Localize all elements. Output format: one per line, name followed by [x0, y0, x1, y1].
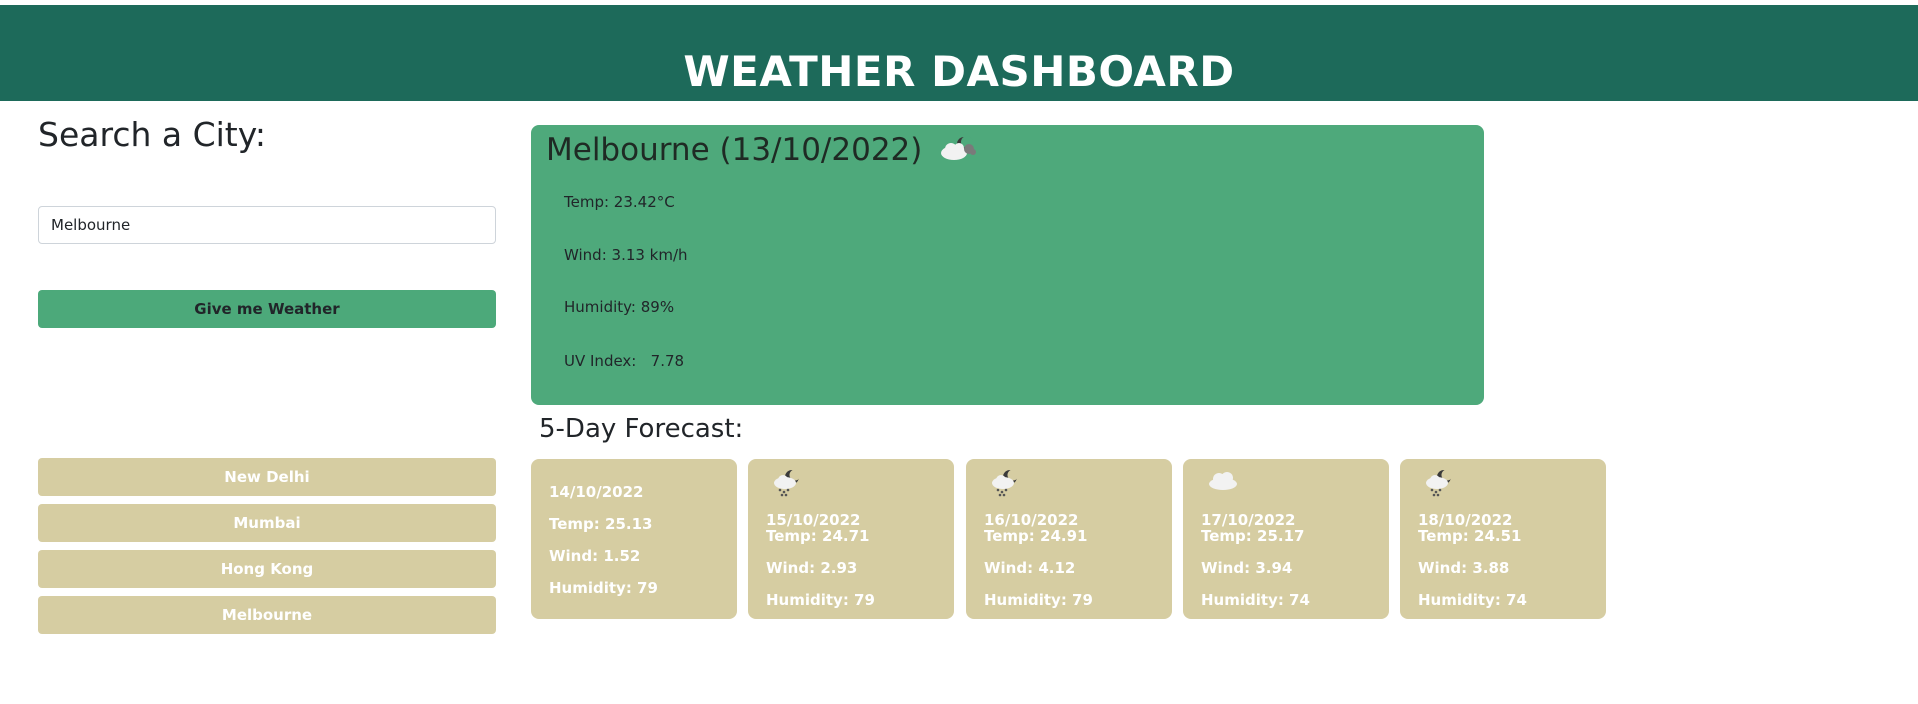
forecast-humidity: Humidity: 79 [549, 579, 658, 597]
history-button-melbourne[interactable]: Melbourne [38, 596, 496, 634]
history-button-mumbai[interactable]: Mumbai [38, 504, 496, 542]
history-button-hong-kong[interactable]: Hong Kong [38, 550, 496, 588]
forecast-card-2: 15/10/2022 Temp: 24.71 Wind: 2.93 Humidi… [748, 459, 954, 619]
forecast-card-5: 18/10/2022 Temp: 24.51 Wind: 3.88 Humidi… [1400, 459, 1606, 619]
sidebar: Search a City: Give me Weather New Delhi… [38, 110, 496, 634]
forecast-humidity: Humidity: 74 [1418, 591, 1527, 609]
forecast-humidity: Humidity: 74 [1201, 591, 1310, 609]
current-temp: Temp: 23.42°C [564, 193, 675, 211]
forecast-wind: Wind: 2.93 [766, 559, 858, 577]
give-weather-button[interactable]: Give me Weather [38, 290, 496, 328]
cloudy-night-icon [938, 131, 977, 173]
forecast-temp: Temp: 25.17 [1201, 527, 1305, 545]
search-history: New Delhi Mumbai Hong Kong Melbourne [38, 458, 496, 642]
forecast-temp: Temp: 24.71 [766, 527, 870, 545]
forecast-date: 14/10/2022 [549, 483, 644, 501]
current-humidity: Humidity: 89% [564, 298, 675, 316]
forecast-card-3: 16/10/2022 Temp: 24.91 Wind: 4.12 Humidi… [966, 459, 1172, 619]
search-heading: Search a City: [38, 115, 266, 154]
forecast-temp: Temp: 24.51 [1418, 527, 1522, 545]
forecast-card-1: 14/10/2022 Temp: 25.13 Wind: 1.52 Humidi… [531, 459, 737, 619]
forecast-wind: Wind: 3.88 [1418, 559, 1510, 577]
forecast-card-4: 17/10/2022 Temp: 25.17 Wind: 3.94 Humidi… [1183, 459, 1389, 619]
current-weather-title: Melbourne (13/10/2022) [546, 125, 1469, 173]
forecast-heading: 5-Day Forecast: [539, 414, 744, 444]
current-uv-index: UV Index: 7.78 [564, 352, 685, 370]
rain-night-icon [772, 469, 802, 501]
city-search-input[interactable] [38, 206, 496, 244]
forecast-humidity: Humidity: 79 [766, 591, 875, 609]
forecast-temp: Temp: 24.91 [984, 527, 1088, 545]
current-weather-card: Melbourne (13/10/2022) Temp: 23.42°C Win… [531, 125, 1484, 405]
page-header: WEATHER DASHBOARD [0, 5, 1918, 101]
history-button-new-delhi[interactable]: New Delhi [38, 458, 496, 496]
rain-night-icon [1424, 469, 1454, 501]
current-wind: Wind: 3.13 km/h [564, 246, 688, 264]
forecast-temp: Temp: 25.13 [549, 515, 653, 533]
forecast-humidity: Humidity: 79 [984, 591, 1093, 609]
forecast-wind: Wind: 3.94 [1201, 559, 1293, 577]
rain-night-icon [990, 469, 1020, 501]
current-city-date: Melbourne (13/10/2022) [546, 132, 923, 168]
forecast-wind: Wind: 1.52 [549, 547, 641, 565]
page-title: WEATHER DASHBOARD [683, 47, 1235, 96]
cloud-icon [1207, 469, 1239, 495]
forecast-wind: Wind: 4.12 [984, 559, 1076, 577]
